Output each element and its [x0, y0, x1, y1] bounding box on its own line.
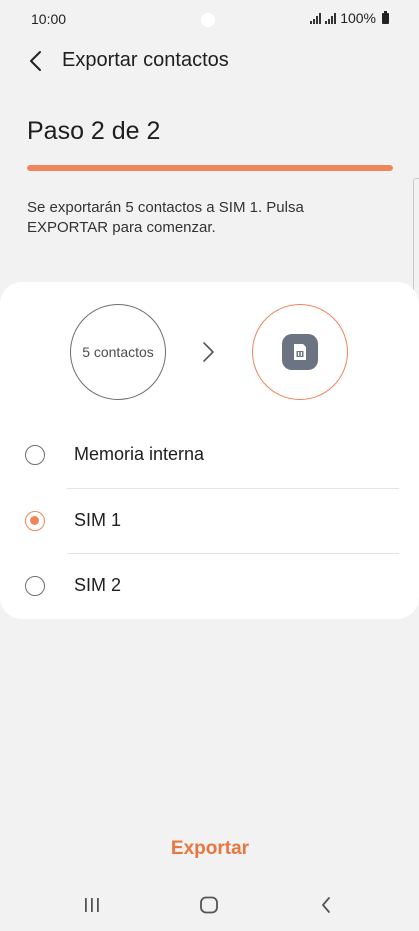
back-button[interactable]	[20, 46, 50, 76]
sim-card-icon	[282, 334, 318, 370]
home-button[interactable]	[189, 892, 229, 918]
navigation-bar	[0, 880, 419, 931]
divider	[67, 488, 399, 489]
option-sim-1[interactable]: SIM 1	[0, 490, 419, 554]
nav-back-button[interactable]	[306, 892, 346, 918]
radio-memoria-interna[interactable]	[25, 445, 45, 465]
page-title: Exportar contactos	[62, 49, 229, 71]
home-icon	[200, 896, 218, 914]
source-circle: 5 contactos	[70, 304, 166, 400]
option-label: SIM 1	[74, 510, 122, 530]
description-text: Se exportarán 5 contactos a SIM 1. Pulsa…	[27, 199, 304, 236]
progress-fill	[27, 165, 393, 171]
divider	[67, 553, 399, 554]
option-label: SIM 2	[74, 575, 122, 595]
radio-sim-2[interactable]	[25, 576, 45, 596]
recent-apps-icon	[85, 898, 99, 912]
status-time: 10:00	[31, 11, 67, 27]
status-icons: 100%	[310, 10, 389, 26]
camera-cutout	[201, 13, 215, 27]
option-sim-2[interactable]: SIM 2	[0, 555, 419, 619]
progress-bar	[27, 165, 393, 171]
app-bar: Exportar contactos	[0, 38, 419, 84]
battery-icon	[382, 10, 389, 24]
source-label: 5 contactos	[82, 344, 154, 360]
signal-icon	[325, 12, 337, 24]
option-label: Memoria interna	[74, 444, 205, 464]
destination-circle	[252, 304, 348, 400]
status-bar: 10:00 100%	[0, 0, 419, 38]
chevron-right-icon	[203, 342, 214, 362]
export-destination-card: 5 contactos Memoria interna SIM 1 SIM 2	[0, 282, 419, 619]
radio-sim-1[interactable]	[25, 511, 45, 531]
signal-icon	[310, 12, 322, 24]
step-label: Paso 2 de 2	[27, 117, 161, 145]
option-memoria-interna[interactable]: Memoria interna	[0, 424, 419, 488]
chevron-left-icon	[30, 51, 41, 71]
back-icon	[322, 897, 330, 913]
export-button[interactable]: Exportar	[140, 832, 280, 866]
battery-percent: 100%	[340, 10, 376, 26]
recent-apps-button[interactable]	[72, 892, 112, 918]
